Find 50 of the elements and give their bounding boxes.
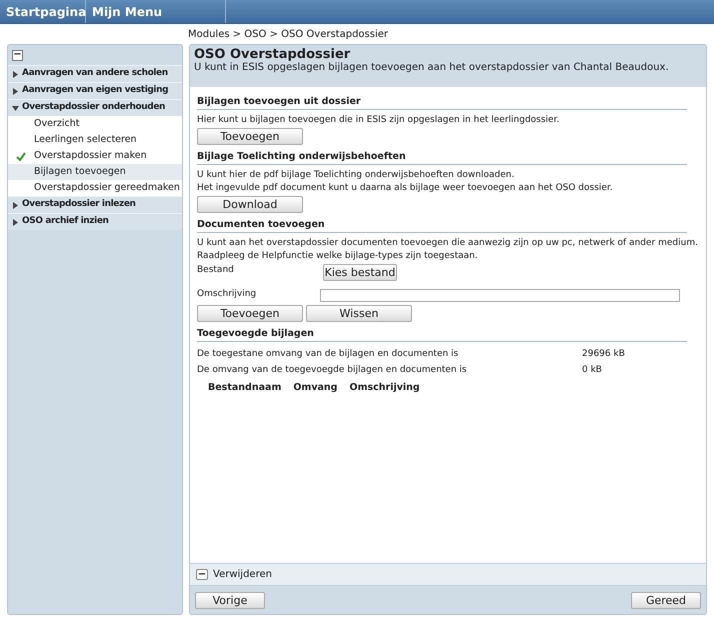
- sidebar-item[interactable]: Overzicht: [8, 116, 182, 132]
- section-heading: Documenten toevoegen: [197, 218, 687, 233]
- sidebar-item[interactable]: Overstapdossier gereedmaken: [8, 180, 182, 196]
- sidebar-item[interactable]: Overstapdossier maken: [8, 148, 182, 164]
- panel-title: OSO Overstapdossier: [194, 47, 352, 62]
- column-header: Bestandnaam: [208, 381, 282, 395]
- description-label: Omschrijving: [197, 288, 258, 302]
- size-value: 29696 kB: [582, 348, 625, 362]
- sidebar-group[interactable]: Overstapdossier inlezen: [8, 196, 182, 213]
- section-text: Het ingevulde pdf document kunt u daarna als bijlage weer toevoegen aan het OSO dossier.: [197, 182, 614, 195]
- form-button[interactable]: Wissen: [306, 305, 412, 322]
- size-label: De toegestane omvang van de bijlagen en documenten is: [197, 348, 460, 362]
- top-menu-item[interactable]: Startpagina: [0, 0, 86, 23]
- section-heading: Bijlagen toevoegen uit dossier: [197, 95, 687, 110]
- sidebar-group[interactable]: Aanvragen van eigen vestiging: [8, 82, 182, 99]
- remove-button[interactable]: −: [196, 569, 208, 580]
- section-text: U kunt hier de pdf bijlage Toelichting onderwijsbehoeften downloaden.: [197, 169, 516, 182]
- done-button[interactable]: Gereed: [631, 592, 701, 608]
- remove-label: Verwijderen: [213, 568, 272, 582]
- column-header: Omvang: [293, 381, 338, 395]
- sidebar-item[interactable]: Leerlingen selecteren: [8, 132, 182, 148]
- column-header: Omschrijving: [350, 381, 420, 395]
- breadcrumb: Modules > OSO > OSO Overstapdossier: [188, 28, 388, 42]
- section-heading: Bijlage Toelichting onderwijsbehoeften: [197, 150, 687, 165]
- file-label: Bestand: [197, 264, 235, 277]
- section-text: Hier kunt u bijlagen toevoegen die in ESIS zijn opgeslagen in het leerlingdossier.: [197, 114, 560, 127]
- description-field[interactable]: [320, 288, 680, 302]
- collapsed-triangle-icon: [12, 218, 19, 226]
- top-menu-item[interactable]: Mijn Menu: [86, 0, 226, 23]
- form-button[interactable]: Toevoegen: [197, 305, 303, 322]
- sidebar-group[interactable]: Aanvragen van andere scholen: [8, 65, 182, 82]
- back-button[interactable]: Vorige: [195, 592, 265, 608]
- section-text: Raadpleeg de Helpfunctie welke bijlage-types zijn toegestaan.: [197, 250, 479, 263]
- size-value: 0 kB: [582, 364, 602, 378]
- sidebar-group[interactable]: Overstapdossier onderhouden: [8, 99, 182, 116]
- collapsed-triangle-icon: [12, 88, 19, 94]
- collapse-button[interactable]: −: [12, 50, 23, 60]
- section-button[interactable]: Toevoegen: [197, 128, 303, 145]
- choose-file-button[interactable]: Kies bestand: [323, 264, 397, 281]
- section-button[interactable]: Download: [197, 196, 303, 213]
- collapsed-triangle-icon: [12, 70, 19, 78]
- section-heading: Toegevoegde bijlagen: [197, 327, 687, 342]
- expanded-triangle-icon: [12, 104, 19, 112]
- collapsed-triangle-icon: [12, 202, 19, 208]
- sidebar-item[interactable]: Bijlagen toevoegen: [8, 164, 182, 180]
- checkmark-icon: [16, 152, 26, 160]
- size-label: De omvang van de toegevoegde bijlagen en documenten is: [197, 364, 468, 378]
- panel-subtitle: U kunt in ESIS opgeslagen bijlagen toevoegen aan het overstapdossier van Chantal Beaudoux.: [194, 62, 670, 74]
- section-text: U kunt aan het overstapdossier documenten toevoegen die aanwezig zijn op uw pc, netwerk of ander medium.: [197, 237, 699, 250]
- sidebar-group[interactable]: OSO archief inzien: [8, 213, 182, 230]
